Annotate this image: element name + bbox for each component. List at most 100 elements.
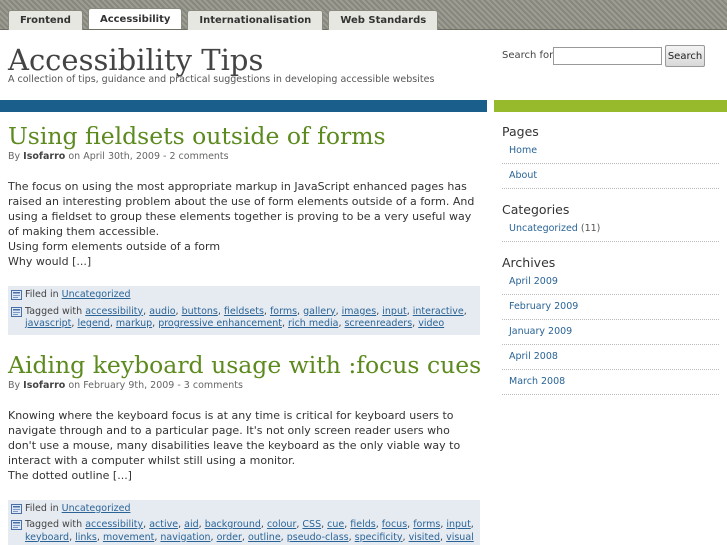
tab-accessibility[interactable]: Accessibility [87,8,183,29]
tag-link[interactable]: specificity [355,532,403,543]
tab-web-standards[interactable]: Web Standards [328,10,439,30]
post-excerpt: Knowing where the keyboard focus is at a… [8,408,480,483]
sidebar-item-archive: February 2009 [502,295,719,320]
sidebar-item-archive: April 2009 [502,273,719,295]
archives-widget: Archives April 2009 February 2009 Januar… [502,255,719,395]
post-date-comments: on February 9th, 2009 - 3 comments [68,379,243,391]
tagged-with-label: Tagged with [25,305,83,317]
post-footer: Filed in Uncategorized Tagged with acces… [8,499,480,545]
search-input[interactable] [553,47,662,65]
filed-in-line: Filed in Uncategorized [11,503,477,516]
search-button[interactable]: Search [665,45,705,67]
categories-widget-title: Categories [502,202,570,217]
tag-link[interactable]: outline [248,532,281,543]
tag-link[interactable]: gallery [303,306,336,317]
site-tabs: Frontend Accessibility Internationalisat… [8,8,439,30]
tag-link[interactable]: input [446,519,470,530]
post-by: By [8,379,21,391]
site-title[interactable]: Accessibility Tips [8,43,263,77]
sidebar-item-archive: January 2009 [502,320,719,345]
folder-icon [11,503,22,514]
tag-link[interactable]: input [382,306,406,317]
tag-link[interactable]: visited [409,532,440,543]
tagged-with-label: Tagged with [25,519,83,530]
tag-link[interactable]: colour [267,519,296,530]
tag-link[interactable]: order [217,532,242,543]
tag-link[interactable]: links [75,532,97,543]
header-divider-green [494,100,727,112]
tag-link[interactable]: fieldsets [224,306,264,317]
tag-link[interactable]: forms [413,519,440,530]
tag-link[interactable]: CSS [302,519,321,530]
tag-link[interactable]: forms [270,306,297,317]
category-link[interactable]: Uncategorized [62,503,131,514]
post-by: By [8,151,21,162]
post-author: Isofarro [23,151,66,162]
category-count: (11) [580,223,601,234]
tag-link[interactable]: accessibility [85,306,143,317]
sidebar-item-uncategorized: Uncategorized (11) [502,220,719,242]
sidebar-item-home: Home [502,142,719,164]
tab-internationalisation[interactable]: Internationalisation [187,10,324,30]
tag-link[interactable]: active [149,519,178,530]
tag-link[interactable]: progressive enhancement [158,318,282,329]
post-author: Isofarro [23,379,66,391]
post-meta: By Isofarro on February 9th, 2009 - 3 co… [8,380,480,391]
category-link[interactable]: Uncategorized [62,289,131,300]
uncategorized-link[interactable]: Uncategorized [509,223,578,234]
excerpt-more: Why would [...] [8,255,92,268]
tag-list: accessibility, audio, buttons, fieldsets… [25,305,467,330]
tag-link[interactable]: movement [103,532,154,543]
filed-in-label: Filed in [25,289,59,300]
post-footer: Filed in Uncategorized Tagged with acces… [8,286,480,335]
archives-widget-title: Archives [502,255,556,270]
tags-line: Tagged with accessibility, active, aid, … [11,519,477,544]
tag-icon [11,306,22,317]
tag-link[interactable]: navigation [160,532,210,543]
pages-widget: Pages Home About [502,124,719,189]
post-excerpt: The focus on using the most appropriate … [8,179,480,269]
sidebar-item-archive: March 2008 [502,370,719,395]
tag-link[interactable]: background [205,519,261,530]
tag-link[interactable]: accessibility [85,519,143,530]
archive-link[interactable]: February 2009 [509,301,578,312]
tag-link[interactable]: focus [382,519,407,530]
sidebar-item-archive: April 2008 [502,345,719,370]
archive-link[interactable]: April 2008 [509,351,558,362]
post-meta: By Isofarro on April 30th, 2009 - 2 comm… [8,151,480,162]
tag-link[interactable]: audio [149,306,175,317]
archive-link[interactable]: January 2009 [509,326,572,337]
archive-link[interactable]: March 2008 [509,376,565,387]
filed-in-line: Filed in Uncategorized [11,289,477,302]
about-link[interactable]: About [509,170,537,181]
sidebar-item-about: About [502,164,719,189]
tag-link[interactable]: visual [446,532,474,543]
main-content: Using fieldsets outside of forms By Isof… [8,122,481,545]
pages-widget-title: Pages [502,124,539,139]
tags-line: Tagged with accessibility, audio, button… [11,306,477,331]
tag-link[interactable]: keyboard [25,532,69,543]
tag-link[interactable]: markup [116,318,152,329]
tag-link[interactable]: aid [184,519,199,530]
excerpt-paragraph: The focus on using the most appropriate … [8,180,475,238]
home-link[interactable]: Home [509,145,537,156]
tag-link[interactable]: interactive [413,306,464,317]
top-navigation-bar: Frontend Accessibility Internationalisat… [0,0,727,30]
tag-link[interactable]: legend [77,318,109,329]
folder-icon [11,290,22,300]
tag-link[interactable]: screenreaders [344,318,412,329]
tag-link[interactable]: rich media [288,318,338,329]
tag-link[interactable]: images [342,306,377,317]
archive-link[interactable]: April 2009 [509,276,558,287]
tag-link[interactable]: cue [327,519,344,530]
post-title-link[interactable]: Aiding keyboard usage with :focus cues [8,351,481,379]
tag-link[interactable]: javascript [25,318,71,329]
tag-link[interactable]: video [418,318,444,329]
tab-frontend[interactable]: Frontend [8,10,83,30]
post: Using fieldsets outside of forms By Isof… [8,122,480,335]
tag-link[interactable]: buttons [182,306,218,317]
post-title-link[interactable]: Using fieldsets outside of forms [8,122,480,150]
tag-link[interactable]: pseudo-class [287,532,349,543]
post-date-comments: on April 30th, 2009 - 2 comments [68,151,229,162]
tag-link[interactable]: fields [350,519,375,530]
